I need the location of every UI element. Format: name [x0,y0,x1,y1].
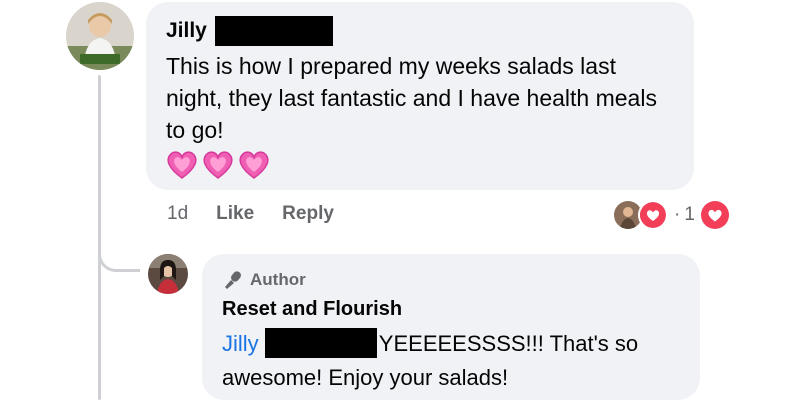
love-reaction-icon [700,201,729,229]
redacted-block [214,16,333,46]
redacted-block [264,328,377,358]
comment-text: This is how I prepared my weeks salads l… [166,53,657,143]
heart-emoji-icon [167,151,197,179]
author-badge: Author [222,268,680,292]
reply-text: Jilly YEEEEESSSS!!! That's so awesome! E… [222,327,680,395]
comment-bubble: Jilly This is how I prepared my weeks sa… [146,2,694,190]
comment-actions: 1d Like Reply [167,203,362,225]
reply-button[interactable]: Reply [282,203,334,225]
mention-link[interactable]: Jilly [222,331,259,356]
timestamp[interactable]: 1d [167,203,188,225]
like-button[interactable]: Like [216,203,254,225]
reaction-separator: · [674,204,681,225]
reaction-count: 1 [684,204,695,225]
comment-author[interactable]: Jilly [166,19,207,43]
avatar[interactable] [148,254,188,294]
love-reaction-icon [638,200,668,230]
reply-bubble: Author Reset and Flourish Jilly YEEEEESS… [202,254,700,400]
reactions-summary[interactable]: · 1 [612,199,729,231]
heart-emoji-icon [239,151,269,179]
microphone-icon [225,271,241,289]
emoji-row [166,150,674,180]
heart-emoji-icon [203,151,233,179]
author-badge-label: Author [250,270,306,289]
reply-author[interactable]: Reset and Flourish [222,298,680,321]
avatar[interactable] [66,2,134,70]
thread-connector [98,200,140,272]
